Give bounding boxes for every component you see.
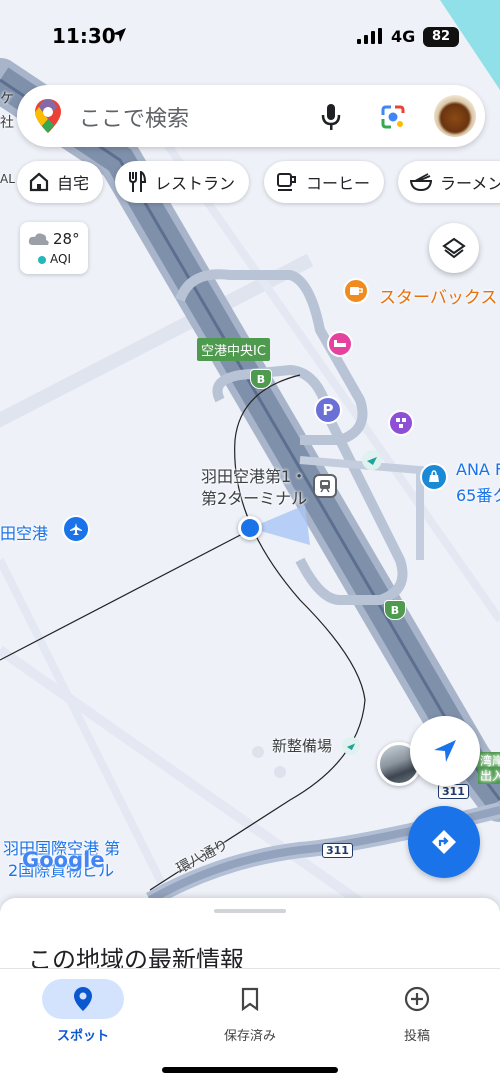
home-icon	[29, 172, 49, 192]
plane-pin-icon	[362, 450, 382, 470]
aqi-dot-icon	[38, 256, 46, 264]
location-arrow-icon	[112, 28, 126, 42]
nav-label: スポット	[56, 1029, 109, 1044]
signal-icon	[357, 28, 382, 44]
directions-icon	[432, 830, 456, 854]
nav-contribute[interactable]: 投稿	[362, 979, 472, 1044]
route-311-badge: 311	[438, 784, 469, 799]
directions-button[interactable]	[408, 806, 480, 878]
route-b-badge: B	[384, 600, 406, 620]
location-pin-icon	[74, 987, 92, 1011]
map-label-starbucks[interactable]: スターバックス	[379, 283, 497, 308]
plane-small-icon	[342, 737, 360, 755]
route-b-badge: B	[250, 369, 272, 389]
bottom-nav: スポット 保存済み 投稿	[0, 968, 500, 1084]
search-input[interactable]: ここで検索	[79, 101, 189, 133]
status-time: 11:30	[52, 24, 116, 48]
chip-home[interactable]: 自宅	[17, 161, 104, 203]
lens-camera-icon[interactable]	[379, 103, 407, 131]
map-label-topleft: ケ	[0, 91, 14, 107]
network-type: 4G	[391, 27, 416, 46]
layers-icon	[442, 237, 466, 259]
google-logo: Google	[22, 848, 105, 872]
navigation-arrow-icon	[434, 740, 456, 762]
map-label-topleft: 社	[0, 115, 14, 131]
shopping-pin-icon[interactable]	[388, 410, 414, 436]
search-bar[interactable]: ここで検索	[17, 85, 485, 147]
nav-saved[interactable]: 保存済み	[195, 979, 305, 1044]
train-station-icon[interactable]	[313, 474, 337, 498]
map-label-topleft: AL	[0, 172, 15, 186]
map-label-seibi[interactable]: 新整備場	[272, 735, 332, 756]
chip-ramen[interactable]: ラーメン	[398, 161, 500, 203]
map-label-ana[interactable]: 65番ク	[456, 482, 500, 506]
parking-pin-icon[interactable]: P	[314, 396, 342, 424]
drag-handle[interactable]	[214, 909, 286, 913]
status-bar: 11:30 4G 82	[0, 0, 500, 72]
nav-explore[interactable]: スポット	[28, 979, 138, 1044]
battery-icon: 82	[423, 27, 459, 47]
starbucks-pin-icon[interactable]	[343, 278, 369, 304]
ana-lounge-pin-icon[interactable]	[420, 463, 448, 491]
ramen-icon	[410, 173, 432, 192]
map-label-exit: 出入	[478, 767, 500, 784]
bookmark-icon	[241, 987, 259, 1011]
restaurant-icon	[129, 171, 147, 192]
route-311-badge: 311	[322, 843, 353, 858]
recenter-button[interactable]	[410, 716, 480, 786]
map-label-terminal[interactable]: 第2ターミナル	[201, 485, 307, 509]
hotel-pin-icon[interactable]	[327, 331, 353, 357]
nav-label: 投稿	[403, 1029, 430, 1044]
aqi-label: AQI	[50, 252, 71, 266]
map-label-ana[interactable]: ANA F	[456, 460, 500, 479]
chip-label: レストラン	[155, 174, 236, 193]
chip-label: コーヒー	[306, 174, 371, 193]
chip-label: ラーメン	[440, 174, 500, 193]
microphone-icon[interactable]	[320, 103, 342, 131]
layers-button[interactable]	[429, 223, 479, 273]
chip-restaurant[interactable]: レストラン	[115, 161, 250, 203]
home-indicator	[162, 1067, 338, 1073]
map-label-terminal[interactable]: 羽田空港第1・	[201, 463, 307, 487]
maps-pin-logo-icon	[35, 99, 61, 133]
coffee-icon	[277, 173, 296, 191]
weather-widget[interactable]: 28° AQI	[20, 222, 88, 274]
nav-active-pill	[42, 979, 124, 1019]
chip-coffee[interactable]: コーヒー	[264, 161, 385, 203]
temperature: 28°	[53, 230, 80, 248]
airport-ic-label: 空港中央IC	[197, 338, 270, 361]
cloud-icon	[28, 233, 49, 245]
current-location-dot[interactable]	[238, 516, 262, 540]
nav-label: 保存済み	[223, 1029, 276, 1044]
airport-pin-icon[interactable]	[62, 515, 90, 543]
avatar[interactable]	[434, 95, 476, 137]
map-label-airport[interactable]: 田空港	[0, 520, 48, 544]
chip-label: 自宅	[57, 174, 90, 193]
add-circle-icon	[404, 986, 430, 1012]
